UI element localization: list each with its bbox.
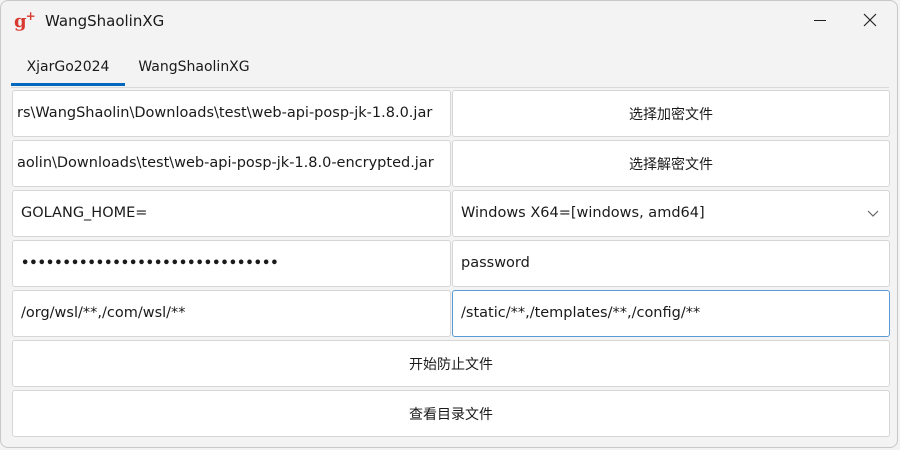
tab-xjargo2024[interactable]: XjarGo2024 xyxy=(11,51,125,85)
app-icon: g+ xyxy=(14,9,36,32)
close-button[interactable] xyxy=(847,1,893,39)
minimize-icon xyxy=(814,19,826,21)
password-placeholder-field[interactable]: password xyxy=(452,240,890,287)
close-icon xyxy=(863,13,877,27)
select-encrypt-file-button[interactable]: 选择加密文件 xyxy=(452,90,890,137)
start-button[interactable]: 开始防止文件 xyxy=(12,340,890,387)
select-decrypt-file-button[interactable]: 选择解密文件 xyxy=(452,140,890,187)
include-paths-field[interactable]: /org/wsl/**,/com/wsl/** xyxy=(12,290,451,337)
window-title: WangShaolinXG xyxy=(45,12,165,30)
app-window: g+ WangShaolinXG XjarGo2024 WangShaolinX… xyxy=(0,0,898,448)
exclude-paths-field[interactable]: /static/**,/templates/**,/config/** xyxy=(452,290,890,337)
tab-wangshaolinxg[interactable]: WangShaolinXG xyxy=(129,51,259,85)
minimize-button[interactable] xyxy=(797,1,843,39)
tab-divider xyxy=(11,87,889,88)
active-tab-indicator xyxy=(11,83,125,86)
chevron-down-icon xyxy=(867,210,879,217)
platform-select[interactable]: Windows X64=[windows, amd64] xyxy=(452,190,890,237)
output-file-field[interactable]: aolin\Downloads\test\web-api-posp-jk-1.8… xyxy=(12,140,451,187)
password-field[interactable]: ••••••••••••••••••••••••••••••• xyxy=(12,240,451,287)
view-directory-button[interactable]: 查看目录文件 xyxy=(12,390,890,437)
platform-select-value: Windows X64=[windows, amd64] xyxy=(461,205,705,221)
title-bar: g+ WangShaolinXG xyxy=(1,1,897,41)
input-file-field[interactable]: rs\WangShaolin\Downloads\test\web-api-po… xyxy=(12,90,451,137)
golang-home-field[interactable]: GOLANG_HOME= xyxy=(12,190,451,237)
